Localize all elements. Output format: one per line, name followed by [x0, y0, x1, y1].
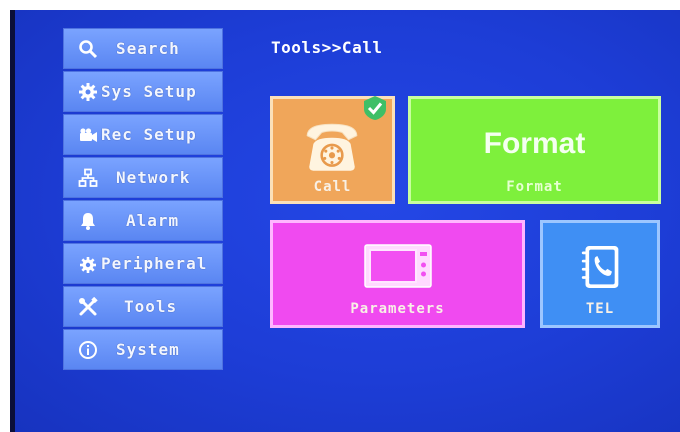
parameters-tile[interactable]: Parameters — [270, 220, 525, 328]
bell-icon — [76, 210, 100, 232]
format-tile-label: Format — [506, 179, 563, 195]
sidebar-item-network[interactable]: Network — [63, 157, 223, 198]
sidebar-item-label: Alarm — [126, 211, 180, 230]
sidebar-item-label: Sys Setup — [101, 82, 197, 101]
sidebar-item-label: Peripheral — [101, 254, 208, 273]
parameters-tile-label: Parameters — [350, 301, 445, 317]
format-tile-title: Format — [483, 127, 586, 160]
sidebar-item-sys-setup[interactable]: Sys Setup — [63, 71, 223, 112]
peripheral-gear-icon — [76, 253, 100, 275]
tel-tile-label: TEL — [585, 301, 615, 317]
sidebar-item-rec-setup[interactable]: Rec Setup — [63, 114, 223, 155]
sidebar-item-label: System — [116, 340, 180, 359]
camera-icon — [76, 124, 100, 146]
network-icon — [76, 167, 100, 189]
search-icon — [76, 38, 100, 60]
sidebar-item-label: Tools — [124, 297, 178, 316]
tools-icon — [76, 296, 100, 318]
sidebar-item-label: Search — [116, 39, 180, 58]
dvr-screen: Search Sys Setup Rec Setup Network Alarm — [10, 10, 680, 432]
checkmark-icon — [364, 96, 386, 120]
format-tile[interactable]: Format Format — [408, 96, 661, 204]
sidebar-item-label: Rec Setup — [101, 125, 197, 144]
call-tile-label: Call — [313, 179, 352, 195]
phonebook-icon — [581, 246, 619, 288]
monitor-icon — [364, 244, 432, 288]
sidebar-item-label: Network — [116, 168, 191, 187]
sidebar-item-system[interactable]: System — [63, 329, 223, 370]
sidebar-item-peripheral[interactable]: Peripheral — [63, 243, 223, 284]
cropped-caption-fragment — [0, 0, 680, 10]
sidebar-item-alarm[interactable]: Alarm — [63, 200, 223, 241]
telephone-icon — [306, 123, 358, 171]
breadcrumb: Tools>>Call — [271, 38, 383, 57]
info-icon — [76, 339, 100, 361]
sidebar-item-tools[interactable]: Tools — [63, 286, 223, 327]
sidebar-menu: Search Sys Setup Rec Setup Network Alarm — [63, 28, 223, 370]
tel-tile[interactable]: TEL — [540, 220, 660, 328]
call-tile[interactable]: Call — [270, 96, 395, 204]
gear-icon — [76, 81, 100, 103]
sidebar-item-search[interactable]: Search — [63, 28, 223, 69]
